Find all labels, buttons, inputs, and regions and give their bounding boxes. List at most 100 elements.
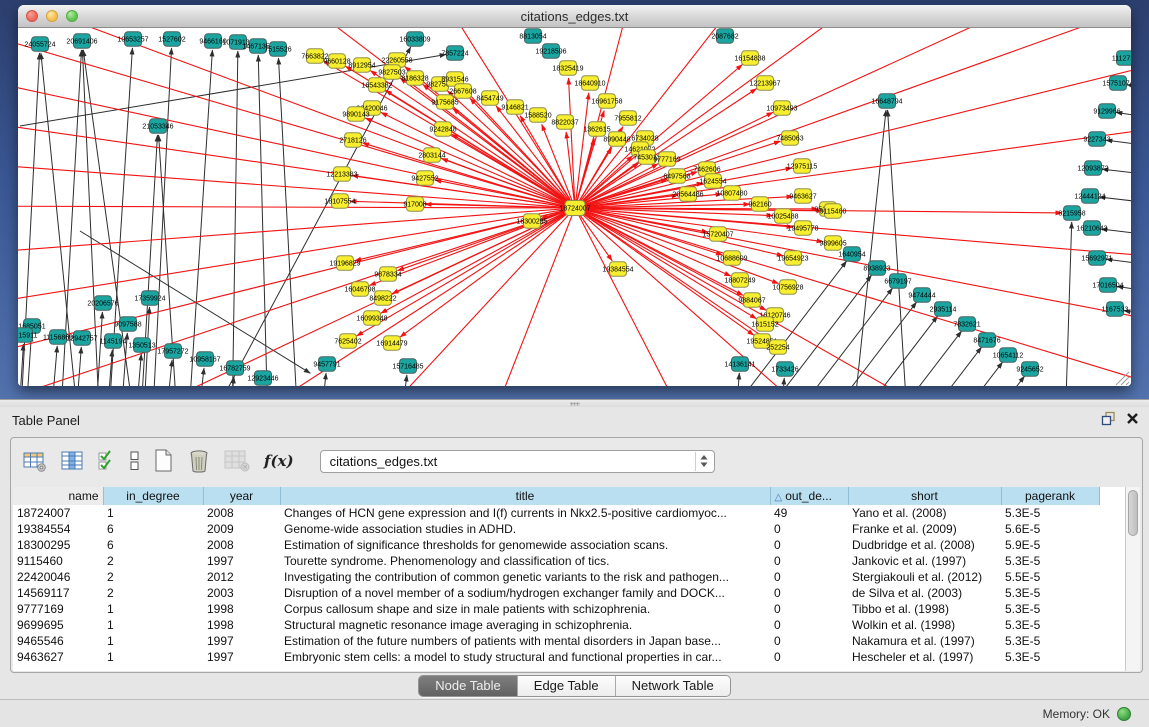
table-cell[interactable]: Structural magnetic resonance image aver… bbox=[280, 617, 770, 633]
table-cell[interactable]: 1998 bbox=[203, 601, 280, 617]
new-table-icon[interactable] bbox=[154, 449, 174, 473]
table-cell[interactable]: Dudbridge et al. (2008) bbox=[848, 537, 1001, 553]
tab-network-table[interactable]: Network Table bbox=[616, 676, 730, 696]
table-cell[interactable]: 9777169 bbox=[13, 601, 103, 617]
table-cell[interactable]: 1997 bbox=[203, 649, 280, 665]
table-cell[interactable]: 5.3E-5 bbox=[1001, 553, 1099, 569]
table-cell[interactable]: Embryonic stem cells: a model to study s… bbox=[280, 649, 770, 665]
table-cell[interactable]: de Silva et al. (2003) bbox=[848, 585, 1001, 601]
table-cell[interactable]: 2003 bbox=[203, 585, 280, 601]
table-row[interactable]: 911546021997Tourette syndrome. Phenomeno… bbox=[13, 553, 1125, 569]
column-header-in-degree[interactable]: in_degree bbox=[103, 487, 203, 505]
table-cell[interactable]: 0 bbox=[770, 553, 848, 569]
table-cell[interactable]: 0 bbox=[770, 649, 848, 665]
table-row[interactable]: 1872400712008Changes of HCN gene express… bbox=[13, 505, 1125, 521]
table-cell[interactable]: Franke et al. (2009) bbox=[848, 521, 1001, 537]
table-cell[interactable]: 2009 bbox=[203, 521, 280, 537]
table-cell[interactable]: 5.3E-5 bbox=[1001, 601, 1099, 617]
table-cell[interactable]: 1 bbox=[103, 601, 203, 617]
table-row[interactable]: 969969511998Structural magnetic resonanc… bbox=[13, 617, 1125, 633]
table-cell[interactable]: 0 bbox=[770, 569, 848, 585]
column-header-year[interactable]: year bbox=[203, 487, 280, 505]
table-cell[interactable]: 2 bbox=[103, 569, 203, 585]
show-columns-icon[interactable] bbox=[61, 451, 84, 471]
tab-edge-table[interactable]: Edge Table bbox=[518, 676, 616, 696]
table-cell[interactable]: 22420046 bbox=[13, 569, 103, 585]
table-cell[interactable]: Disruption of a novel member of a sodium… bbox=[280, 585, 770, 601]
table-cell[interactable]: 5.5E-5 bbox=[1001, 569, 1099, 585]
table-cell[interactable]: 0 bbox=[770, 633, 848, 649]
table-cell[interactable]: Tourette syndrome. Phenomenology and cla… bbox=[280, 553, 770, 569]
table-cell[interactable]: 19384554 bbox=[13, 521, 103, 537]
delete-rows-icon[interactable] bbox=[188, 449, 210, 474]
table-cell[interactable]: 5.3E-5 bbox=[1001, 617, 1099, 633]
table-cell[interactable]: 2008 bbox=[203, 505, 280, 521]
table-cell[interactable]: 0 bbox=[770, 521, 848, 537]
table-cell[interactable]: 5.9E-5 bbox=[1001, 537, 1099, 553]
panel-splitter[interactable] bbox=[0, 399, 1149, 407]
table-cell[interactable]: Yano et al. (2008) bbox=[848, 505, 1001, 521]
close-panel-icon[interactable] bbox=[1126, 412, 1139, 425]
table-cell[interactable]: 1 bbox=[103, 617, 203, 633]
table-cell[interactable]: 6 bbox=[103, 537, 203, 553]
tab-node-table[interactable]: Node Table bbox=[419, 676, 518, 696]
table-cell[interactable]: 5.3E-5 bbox=[1001, 505, 1099, 521]
table-cell[interactable]: 6 bbox=[103, 521, 203, 537]
memory-indicator-icon[interactable] bbox=[1117, 707, 1131, 721]
float-panel-icon[interactable] bbox=[1101, 411, 1116, 426]
table-cell[interactable]: Estimation of significance thresholds fo… bbox=[280, 537, 770, 553]
table-cell[interactable]: 5.6E-5 bbox=[1001, 521, 1099, 537]
table-cell[interactable]: Hescheler et al. (1997) bbox=[848, 649, 1001, 665]
table-cell[interactable]: 18724007 bbox=[13, 505, 103, 521]
table-cell[interactable]: 0 bbox=[770, 601, 848, 617]
table-cell[interactable]: 1 bbox=[103, 505, 203, 521]
network-window-titlebar[interactable]: citations_edges.txt bbox=[18, 5, 1131, 28]
table-cell[interactable]: Investigating the contribution of common… bbox=[280, 569, 770, 585]
function-builder-icon[interactable]: f(x) bbox=[264, 452, 294, 470]
table-cell[interactable]: 9699695 bbox=[13, 617, 103, 633]
table-row[interactable]: 977716911998Corpus callosum shape and si… bbox=[13, 601, 1125, 617]
column-header-short[interactable]: short bbox=[848, 487, 1001, 505]
table-cell[interactable]: 2 bbox=[103, 553, 203, 569]
table-cell[interactable]: Estimation of the future numbers of pati… bbox=[280, 633, 770, 649]
table-scrollbar-thumb[interactable] bbox=[1128, 490, 1138, 536]
table-row[interactable]: 2242004622012Investigating the contribut… bbox=[13, 569, 1125, 585]
column-header-pagerank[interactable]: pagerank bbox=[1001, 487, 1099, 505]
table-cell[interactable]: 18300295 bbox=[13, 537, 103, 553]
delete-table-icon[interactable] bbox=[224, 450, 250, 472]
table-cell[interactable]: Wolkin et al. (1998) bbox=[848, 617, 1001, 633]
table-cell[interactable]: 9463627 bbox=[13, 649, 103, 665]
table-cell[interactable]: 1998 bbox=[203, 617, 280, 633]
table-cell[interactable]: 1997 bbox=[203, 633, 280, 649]
table-cell[interactable]: 5.3E-5 bbox=[1001, 649, 1099, 665]
table-cell[interactable]: 5.3E-5 bbox=[1001, 633, 1099, 649]
table-cell[interactable]: 2012 bbox=[203, 569, 280, 585]
column-header-title[interactable]: title bbox=[280, 487, 770, 505]
table-cell[interactable]: 0 bbox=[770, 537, 848, 553]
column-header-name[interactable]: name bbox=[13, 487, 103, 505]
table-cell[interactable]: 14569117 bbox=[13, 585, 103, 601]
table-row[interactable]: 946362711997Embryonic stem cells: a mode… bbox=[13, 649, 1125, 665]
table-cell[interactable]: 1 bbox=[103, 649, 203, 665]
table-row[interactable]: 1830029562008Estimation of significance … bbox=[13, 537, 1125, 553]
table-cell[interactable]: 49 bbox=[770, 505, 848, 521]
table-cell[interactable]: Jankovic et al. (1997) bbox=[848, 553, 1001, 569]
table-cell[interactable]: Tibbo et al. (1998) bbox=[848, 601, 1001, 617]
table-cell[interactable]: Changes of HCN gene expression and I(f) … bbox=[280, 505, 770, 521]
column-checklist-icon[interactable] bbox=[98, 450, 116, 472]
table-cell[interactable]: Corpus callosum shape and size in male p… bbox=[280, 601, 770, 617]
table-cell[interactable]: 1 bbox=[103, 633, 203, 649]
row-height-icon[interactable] bbox=[130, 451, 140, 471]
table-scrollbar[interactable] bbox=[1125, 487, 1140, 671]
table-cell[interactable]: 0 bbox=[770, 617, 848, 633]
table-cell[interactable]: 0 bbox=[770, 585, 848, 601]
table-settings-icon[interactable] bbox=[23, 451, 47, 472]
table-cell[interactable]: Nakamura et al. (1997) bbox=[848, 633, 1001, 649]
table-cell[interactable]: 1997 bbox=[203, 553, 280, 569]
network-table-selector[interactable]: citations_edges.txt bbox=[320, 450, 715, 473]
table-cell[interactable]: Genome-wide association studies in ADHD. bbox=[280, 521, 770, 537]
column-header-out-de-[interactable]: △out_de... bbox=[770, 487, 848, 505]
table-cell[interactable]: 2008 bbox=[203, 537, 280, 553]
table-row[interactable]: 1456911722003Disruption of a novel membe… bbox=[13, 585, 1125, 601]
network-canvas[interactable]: 7663822966012889129542226055898275038186… bbox=[18, 28, 1131, 386]
